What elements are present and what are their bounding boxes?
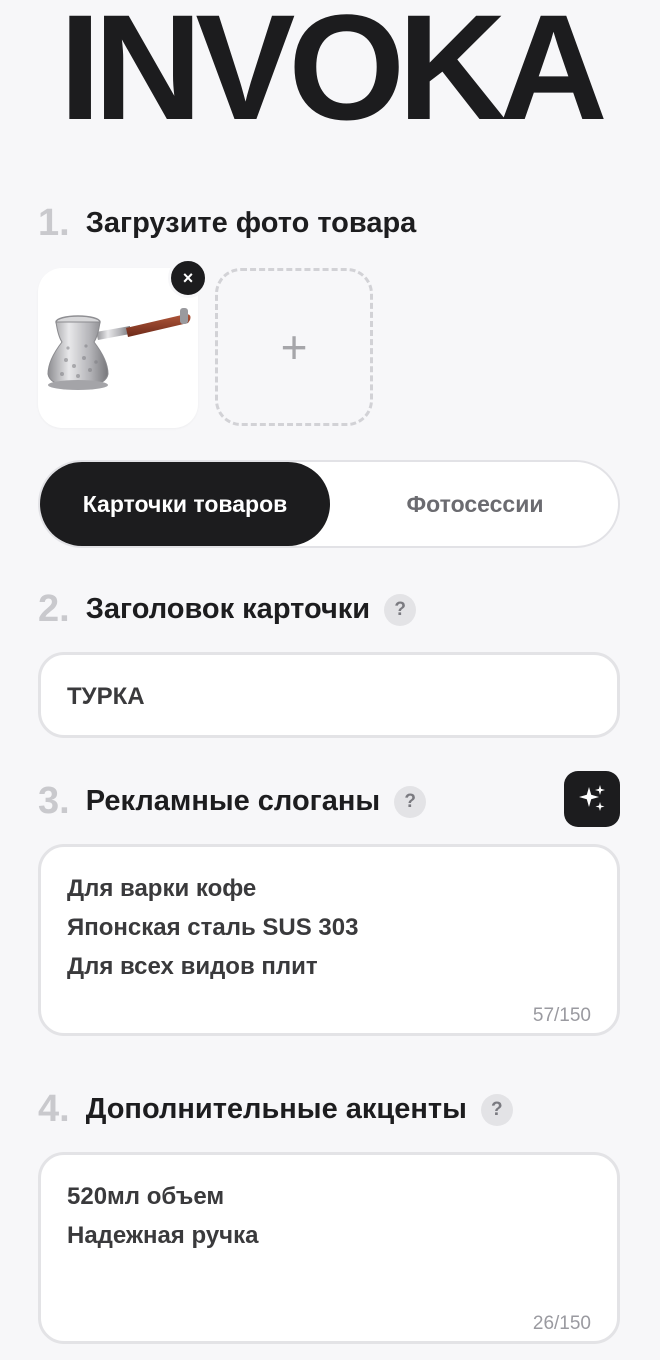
step-1-heading: 1. Загрузите фото товара: [38, 202, 416, 245]
step-number: 2.: [38, 588, 70, 630]
plus-icon: +: [280, 321, 308, 373]
step-number: 4.: [38, 1088, 70, 1130]
step-number: 1.: [38, 202, 70, 244]
accent-line: 520мл объем: [67, 1183, 225, 1210]
character-counter: 26/150: [532, 1313, 591, 1334]
card-title-input[interactable]: ТУРКА: [38, 652, 620, 738]
step-4-heading: 4. Дополнительные акценты ?: [38, 1088, 513, 1131]
tab-photoshoots[interactable]: Фотосессии: [330, 462, 620, 546]
help-icon[interactable]: ?: [384, 593, 417, 626]
slogan-line: Для всех видов плит: [67, 953, 318, 980]
sparkles-icon: [579, 785, 605, 811]
tab-label: Фотосессии: [406, 490, 544, 517]
app-logo: INVOKA: [59, 0, 607, 151]
step-2-heading: 2. Заголовок карточки ?: [38, 588, 417, 631]
card-title-value: ТУРКА: [67, 683, 145, 710]
slogans-textarea[interactable]: Для варки кофе Японская сталь SUS 303 Дл…: [38, 844, 620, 1036]
mode-switcher: Карточки товаров Фотосессии: [38, 460, 620, 548]
character-counter: 57/150: [532, 1005, 591, 1026]
help-icon[interactable]: ?: [480, 1093, 513, 1126]
accents-textarea[interactable]: 520мл объем Надежная ручка 26/150: [38, 1152, 620, 1344]
add-photo-button[interactable]: +: [215, 268, 373, 426]
step-title: Рекламные слоганы: [85, 785, 381, 817]
help-icon[interactable]: ?: [394, 785, 427, 818]
accent-line: Надежная ручка: [67, 1222, 259, 1249]
step-title: Дополнительные акценты: [85, 1093, 467, 1125]
close-icon: ×: [182, 267, 194, 288]
remove-photo-button[interactable]: ×: [168, 258, 208, 298]
tab-product-cards[interactable]: Карточки товаров: [40, 462, 330, 546]
slogan-line: Для варки кофе: [67, 875, 257, 902]
step-title: Заголовок карточки: [85, 593, 371, 625]
tab-label: Карточки товаров: [82, 490, 288, 517]
generate-slogans-button[interactable]: [564, 771, 620, 827]
step-number: 3.: [38, 780, 70, 822]
slogan-line: Японская сталь SUS 303: [67, 914, 359, 941]
step-title: Загрузите фото товара: [85, 207, 417, 239]
step-3-heading: 3. Рекламные слоганы ?: [38, 780, 427, 823]
